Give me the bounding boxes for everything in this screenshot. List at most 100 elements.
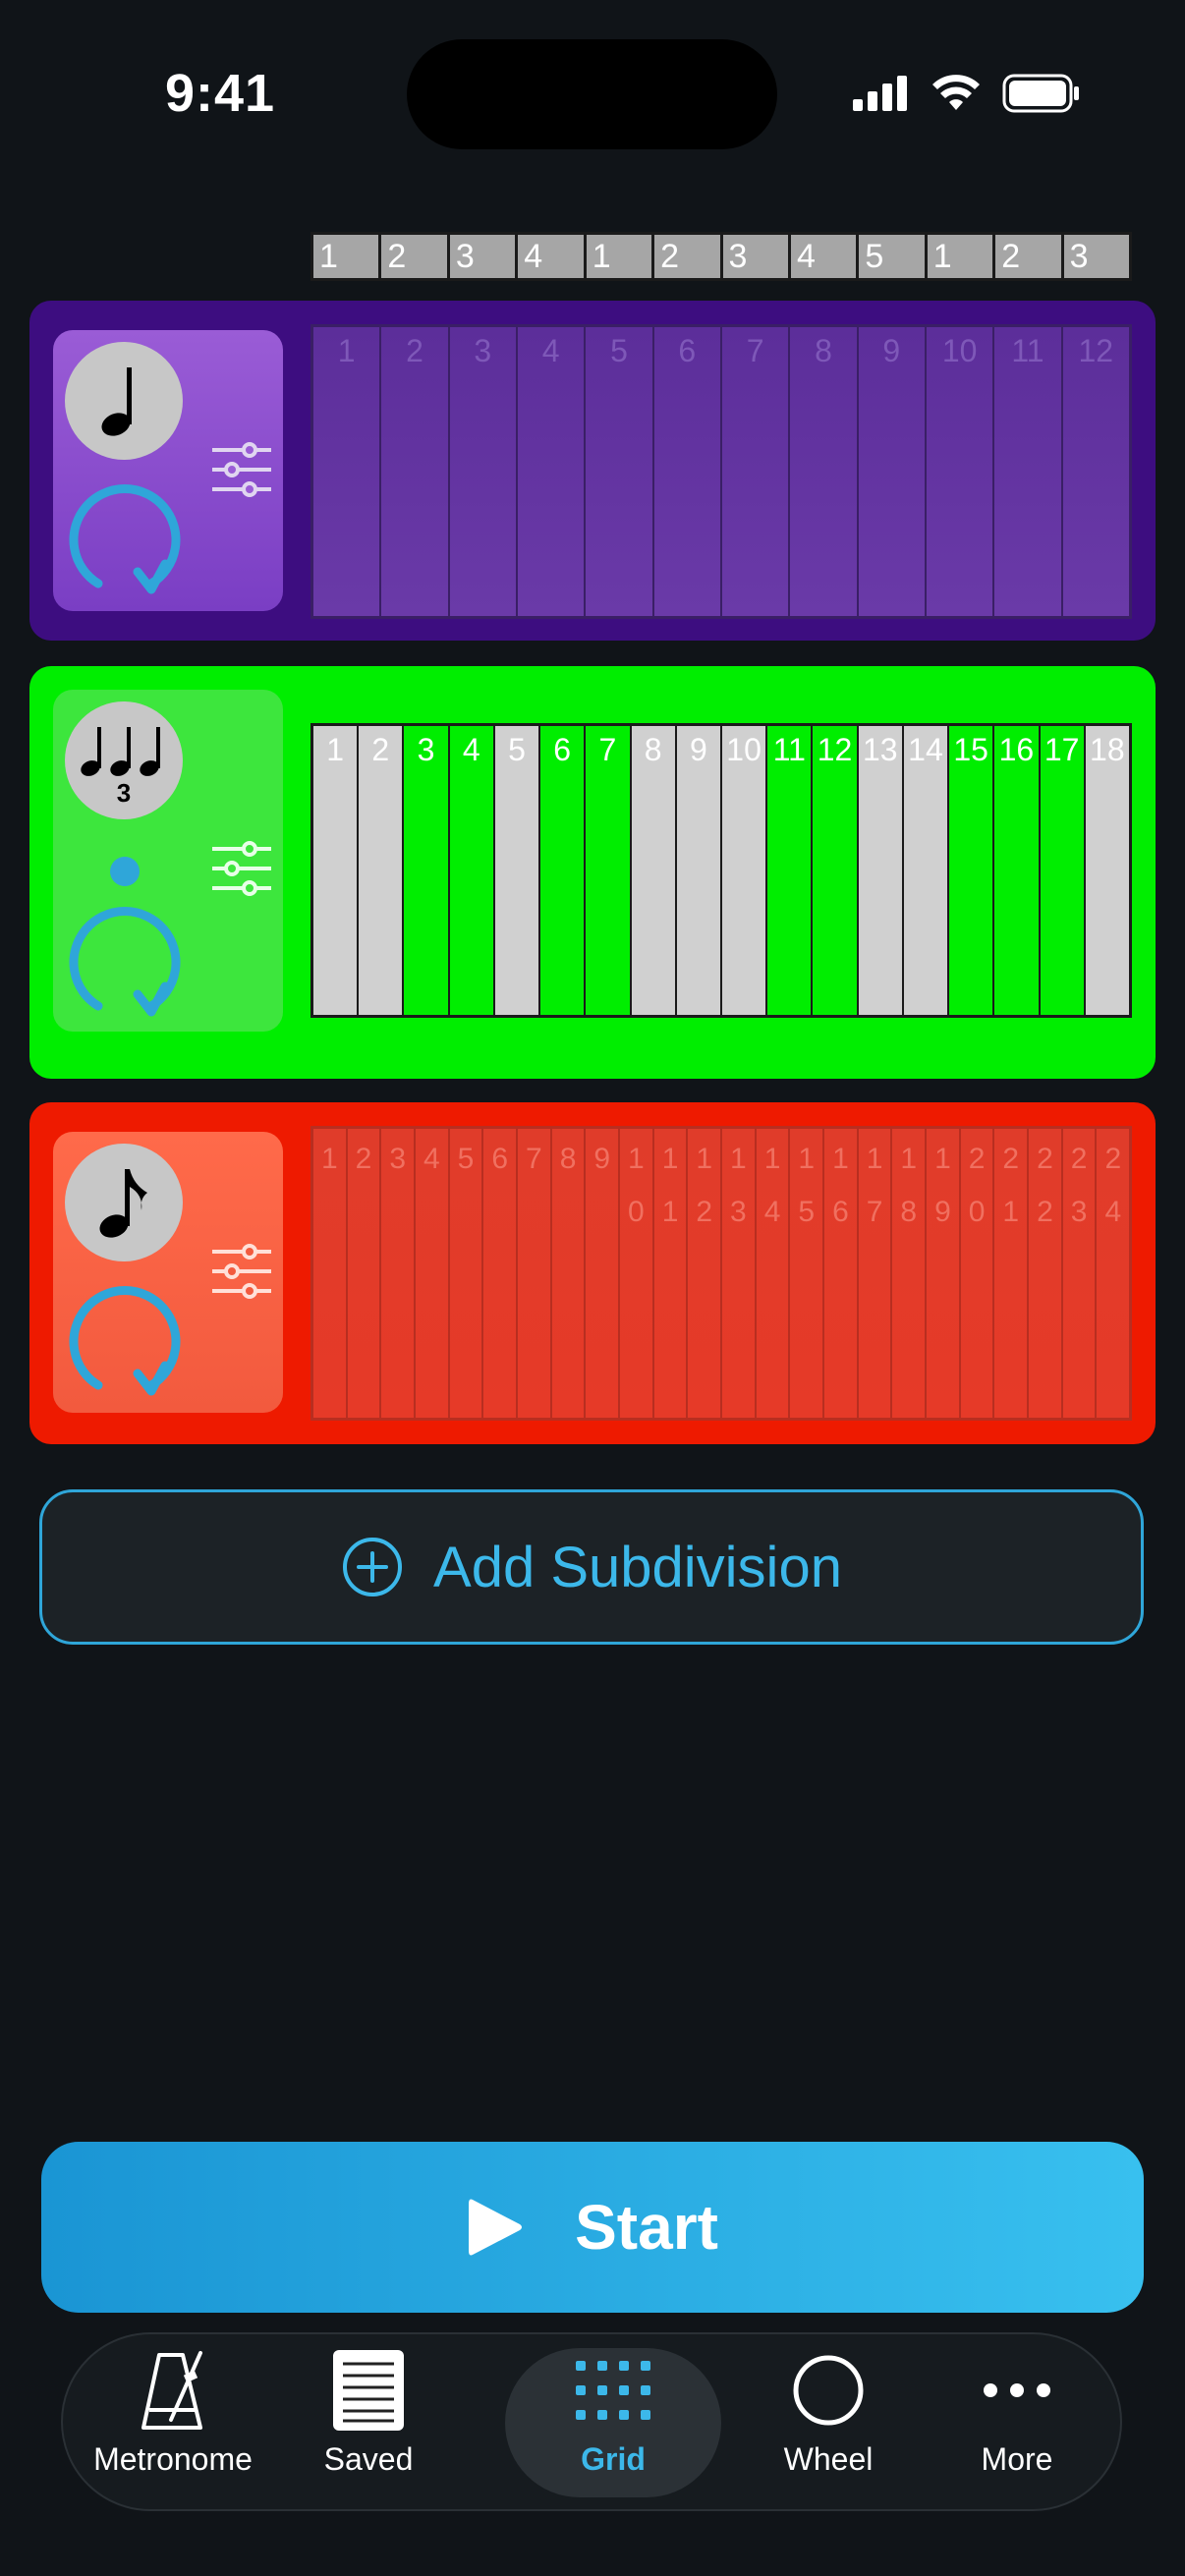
play-icon — [469, 2199, 523, 2256]
volume-dial[interactable] — [61, 1277, 189, 1405]
grid-icon — [576, 2361, 650, 2420]
add-subdivision-label: Add Subdivision — [433, 1535, 842, 1599]
beat-cell[interactable]: 9 — [858, 327, 925, 616]
beat-cell[interactable]: 5 — [494, 726, 539, 1015]
sliders-icon[interactable] — [210, 1242, 273, 1301]
beat-header-cell: 3 — [722, 235, 788, 278]
more-icon — [984, 2383, 1050, 2397]
tab-metronome[interactable]: Metronome — [85, 2348, 261, 2497]
beat-cell[interactable]: 12 — [688, 1129, 721, 1418]
beat-cell[interactable]: 9 — [676, 726, 720, 1015]
beat-cell[interactable]: 16 — [994, 726, 1039, 1015]
beat-cell[interactable]: 10 — [721, 726, 766, 1015]
cellular-signal-icon — [853, 76, 907, 111]
triplet-note-button[interactable]: 3 — [65, 701, 183, 819]
beat-cell[interactable]: 15 — [949, 726, 993, 1015]
beat-header-cell: 5 — [859, 235, 925, 278]
tab-more[interactable]: More — [943, 2348, 1091, 2497]
beat-cell[interactable]: 15 — [790, 1129, 823, 1418]
beat-cell[interactable]: 2 — [381, 327, 448, 616]
sliders-icon[interactable] — [210, 839, 273, 898]
beat-cell[interactable]: 4 — [449, 726, 493, 1015]
beat-cell[interactable]: 8 — [790, 327, 857, 616]
beat-cell[interactable]: 14 — [903, 726, 948, 1015]
beat-cell[interactable]: 3 — [381, 1129, 415, 1418]
beat-cell[interactable]: 2 — [359, 726, 403, 1015]
eighth-note-icon — [99, 1169, 147, 1238]
beat-cell[interactable]: 10 — [620, 1129, 652, 1418]
beat-cell[interactable]: 12 — [1062, 327, 1129, 616]
beat-header-cell: 2 — [654, 235, 720, 278]
start-label: Start — [575, 2192, 718, 2263]
beat-cell[interactable]: 9 — [586, 1129, 619, 1418]
beat-cell[interactable]: 14 — [756, 1129, 789, 1418]
beat-cell[interactable]: 6 — [483, 1129, 517, 1418]
metronome-icon — [141, 2351, 202, 2430]
beat-cell[interactable]: 7 — [518, 1129, 550, 1418]
beat-header-cell: 1 — [313, 235, 379, 278]
tab-label: Saved — [323, 2441, 414, 2477]
sliders-icon[interactable] — [210, 440, 273, 499]
quarter-note-button[interactable] — [65, 342, 183, 460]
beat-grid: 1 2 3 4 5 6 7 8 9 10 11 12 — [310, 324, 1132, 619]
beat-cell[interactable]: 11 — [767, 726, 812, 1015]
subdivision-row-quarter: 1 2 3 4 5 6 7 8 9 10 11 12 — [29, 301, 1156, 641]
beat-cell[interactable]: 16 — [824, 1129, 857, 1418]
beat-cell[interactable]: 12 — [813, 726, 857, 1015]
beat-cell[interactable]: 23 — [1062, 1129, 1096, 1418]
beat-cell[interactable]: 3 — [404, 726, 448, 1015]
saved-list-icon — [333, 2350, 404, 2431]
beat-cell[interactable]: 1 — [313, 1129, 346, 1418]
beat-cell[interactable]: 4 — [416, 1129, 448, 1418]
beat-cell[interactable]: 18 — [892, 1129, 926, 1418]
volume-dial[interactable] — [61, 476, 189, 603]
beat-header-cell: 4 — [790, 235, 857, 278]
beat-cell[interactable]: 10 — [926, 327, 993, 616]
quarter-note-icon — [101, 367, 132, 436]
beat-cell[interactable]: 3 — [449, 327, 516, 616]
subdivision-control — [53, 1132, 283, 1413]
beat-cell[interactable]: 21 — [994, 1129, 1028, 1418]
subdivision-row-triplet: 3 1 2 3 4 5 6 7 8 9 10 11 12 13 14 15 16 17 18 — [29, 666, 1156, 1079]
beat-cell[interactable]: 17 — [858, 1129, 891, 1418]
add-subdivision-button[interactable]: Add Subdivision — [39, 1489, 1144, 1645]
beat-cell[interactable]: 2 — [347, 1129, 380, 1418]
status-icons — [853, 73, 1081, 114]
tab-grid[interactable]: Grid — [505, 2348, 721, 2497]
beat-header: 123412345123 — [310, 232, 1132, 281]
beat-cell[interactable]: 24 — [1097, 1129, 1130, 1418]
beat-header-cell: 1 — [927, 235, 993, 278]
beat-cell[interactable]: 8 — [551, 1129, 585, 1418]
tab-label: Metronome — [93, 2441, 253, 2477]
active-indicator-dot — [110, 857, 140, 886]
subdivision-control — [53, 330, 283, 611]
beat-cell[interactable]: 1 — [313, 726, 358, 1015]
plus-circle-icon — [343, 1538, 403, 1596]
beat-cell[interactable]: 7 — [586, 726, 630, 1015]
tab-saved[interactable]: Saved — [295, 2348, 442, 2497]
beat-cell[interactable]: 13 — [722, 1129, 755, 1418]
beat-cell[interactable]: 19 — [927, 1129, 959, 1418]
beat-cell[interactable]: 1 — [313, 327, 380, 616]
volume-dial[interactable] — [61, 898, 189, 1026]
beat-cell[interactable]: 8 — [631, 726, 675, 1015]
eighth-note-button[interactable] — [65, 1144, 183, 1261]
tab-bar: Metronome Saved Grid Wheel More — [61, 2332, 1122, 2511]
beat-cell[interactable]: 11 — [994, 327, 1061, 616]
start-button[interactable]: Start — [41, 2142, 1144, 2313]
beat-cell[interactable]: 17 — [1040, 726, 1084, 1015]
beat-cell[interactable]: 7 — [721, 327, 789, 616]
tab-wheel[interactable]: Wheel — [755, 2348, 902, 2497]
beat-cell[interactable]: 20 — [960, 1129, 993, 1418]
beat-cell[interactable]: 5 — [449, 1129, 482, 1418]
beat-cell[interactable]: 18 — [1085, 726, 1129, 1015]
battery-icon — [1002, 74, 1079, 113]
beat-cell[interactable]: 4 — [517, 327, 585, 616]
beat-cell[interactable]: 6 — [540, 726, 585, 1015]
beat-cell[interactable]: 5 — [586, 327, 652, 616]
beat-cell[interactable]: 6 — [653, 327, 720, 616]
status-time: 9:41 — [165, 64, 276, 123]
beat-cell[interactable]: 13 — [858, 726, 902, 1015]
beat-cell[interactable]: 11 — [653, 1129, 687, 1418]
beat-cell[interactable]: 22 — [1029, 1129, 1061, 1418]
